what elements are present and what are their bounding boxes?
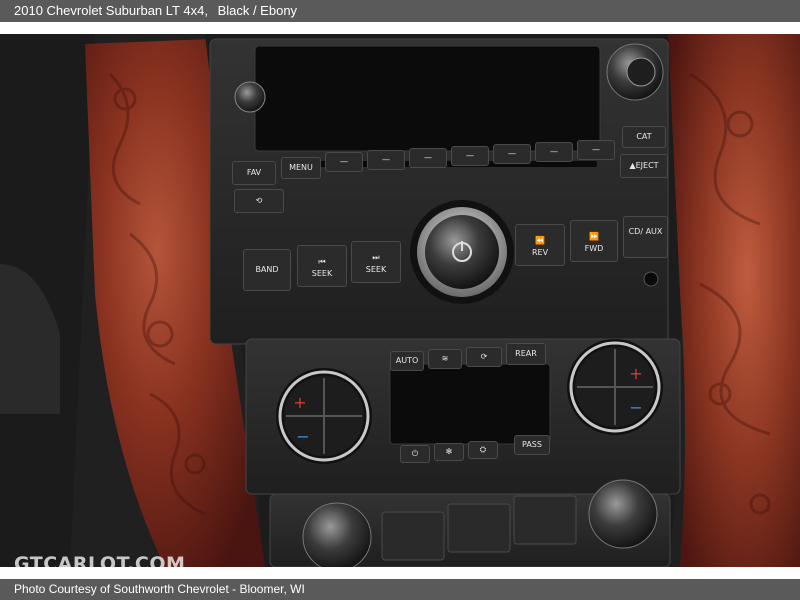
aux-jack [643,271,659,287]
seat-heat-button-right [513,495,577,545]
preset-button-1[interactable]: — [325,152,363,172]
seek-back-icon: ⏮ [318,257,326,266]
preset-button-6[interactable]: — [535,142,573,162]
vent-mode-button[interactable]: ⛭ [468,441,498,459]
fwd-button[interactable]: ⏩ FWD [570,220,618,262]
eject-button[interactable]: ▲EJECT [620,154,668,178]
svg-text:+: + [293,393,306,412]
photo-credit-bar: Photo Courtesy of Southworth Chevrolet -… [0,579,800,600]
radio-display [254,45,601,152]
power-icon: ⏻ [411,449,419,458]
cat-button[interactable]: CAT [622,126,666,148]
rev-button[interactable]: ⏪ REV [515,224,565,266]
preset-button-2[interactable]: — [367,150,405,170]
rev-label: REV [531,248,549,257]
seek-back-button[interactable]: ⏮ SEEK [297,245,347,287]
seek-forward-icon: ⏭ [372,253,380,262]
lower-right-knob [588,479,658,549]
seat-heat-button-center [447,503,511,553]
recirculate-button[interactable]: ⟳ [466,347,502,367]
recirculate-icon: ⟳ [480,352,488,361]
rear-button[interactable]: REAR [506,343,546,365]
dashboard-photo: + − + − FAV MENU — — — — — — — CAT ▲EJEC… [0,34,800,567]
preset-button-3[interactable]: — [409,148,447,168]
fast-forward-icon: ⏩ [589,232,599,241]
seek-back-label: SEEK [311,269,333,278]
fwd-label: FWD [584,244,604,253]
pass-button[interactable]: PASS [514,435,550,455]
seek-forward-button[interactable]: ⏭ SEEK [351,241,401,283]
svg-text:+: + [629,364,642,383]
rewind-icon: ⏪ [535,236,545,245]
vehicle-color: Black / Ebony [217,3,298,18]
climate-display [389,363,551,445]
vent-icon: ⛭ [479,445,487,454]
dashboard-illustration: + − + − [0,34,800,567]
cd-aux-button[interactable]: CD/ AUX [623,216,668,258]
auto-button[interactable]: AUTO [390,351,424,371]
defrost-icon: ≋ [441,354,449,363]
back-button[interactable]: ⟲ [234,189,284,213]
fan-icon: ✻ [445,447,453,456]
seek-forward-label: SEEK [365,265,387,274]
climate-power-button[interactable]: ⏻ [400,445,430,463]
svg-text:−: − [629,398,642,417]
seat-heat-button-left [381,511,445,561]
svg-text:−: − [296,427,309,446]
vehicle-title: 2010 Chevrolet Suburban LT 4x4, [14,3,208,18]
menu-button[interactable]: MENU [281,157,321,179]
power-knob [425,215,499,289]
preset-button-5[interactable]: — [493,144,531,164]
fan-mode-button[interactable]: ✻ [434,443,464,461]
title-bar: 2010 Chevrolet Suburban LT 4x4, Black / … [0,0,800,22]
gtcarlot-watermark: GTCARLOT.COM [14,553,186,567]
defrost-button[interactable]: ≋ [428,349,462,369]
preset-button-7[interactable]: — [577,140,615,160]
info-knob [234,81,266,113]
band-button[interactable]: BAND [243,249,291,291]
fav-button[interactable]: FAV [232,161,276,185]
preset-button-4[interactable]: — [451,146,489,166]
photo-credit: Photo Courtesy of Southworth Chevrolet -… [14,582,305,596]
lower-left-knob [302,502,372,567]
